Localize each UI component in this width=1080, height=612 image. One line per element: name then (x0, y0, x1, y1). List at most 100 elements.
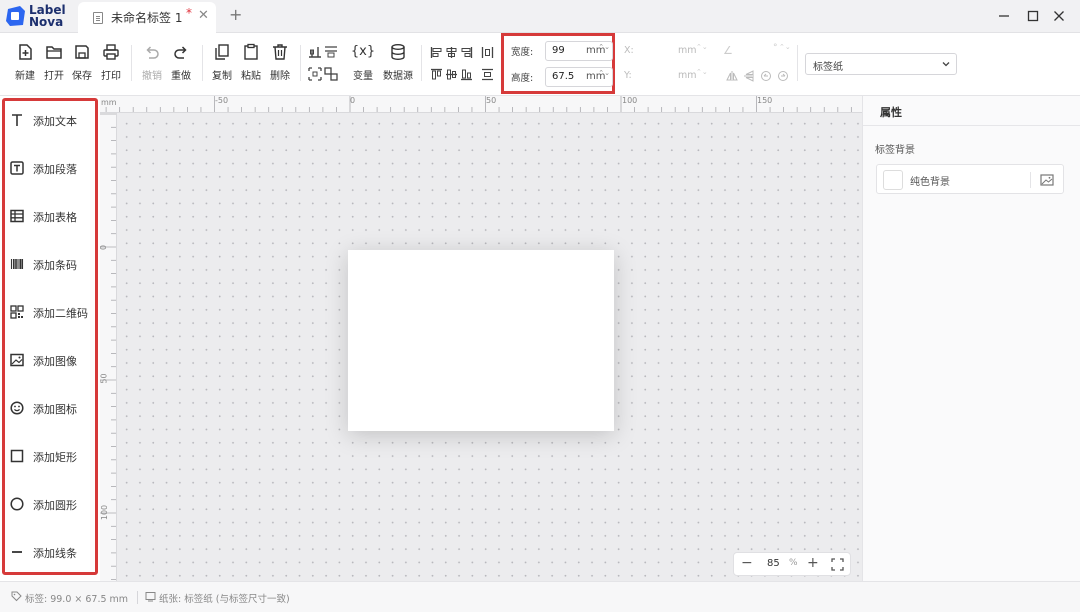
print-button[interactable]: 打印 (98, 43, 124, 82)
new-tab-button[interactable]: + (229, 5, 242, 24)
align-bottom-icon[interactable] (460, 68, 473, 81)
sidebar-item-add-line[interactable]: 添加线条 (8, 537, 94, 567)
sidebar-item-label: 添加矩形 (33, 451, 77, 464)
image-background-icon[interactable] (1040, 173, 1054, 187)
align-top-icon[interactable] (430, 68, 443, 81)
paste-button[interactable]: 粘贴 (238, 43, 264, 82)
align-left-icon[interactable] (430, 46, 443, 59)
document-tab[interactable]: 未命名标签 1 * ✕ (78, 2, 216, 33)
close-window-icon[interactable] (1051, 8, 1067, 24)
redo-button[interactable]: 重做 (168, 43, 194, 82)
maximize-icon[interactable] (1025, 8, 1041, 24)
sidebar-item-add-circle[interactable]: 添加圆形 (8, 489, 94, 519)
sidebar-item-label: 添加条码 (33, 259, 77, 272)
divider (1030, 172, 1031, 188)
properties-panel: 属性 标签背景 纯色背景 (862, 96, 1080, 581)
app-logo: Label Nova (5, 3, 71, 29)
width-input[interactable]: 99 mm ⌃⌄ (545, 41, 613, 61)
zoom-percent: % (789, 558, 798, 568)
zoom-in-button[interactable]: + (807, 555, 819, 571)
database-icon (391, 44, 405, 60)
align-right-icon[interactable] (460, 46, 473, 59)
toolbar-divider (202, 45, 203, 81)
sidebar-item-label: 添加文本 (33, 115, 77, 128)
label-background-heading: 标签背景 (875, 145, 915, 156)
properties-title: 属性 (880, 106, 902, 119)
vertical-ruler: 0 50 100 (100, 113, 117, 581)
copy-label: 复制 (212, 71, 232, 82)
sidebar-item-add-text[interactable]: 添加文本 (8, 105, 94, 135)
rotate-left-icon[interactable] (760, 70, 772, 82)
angle-stepper[interactable]: ⌃⌄ (779, 43, 791, 51)
copy-icon (215, 44, 229, 60)
sidebar-item-add-barcode[interactable]: 添加条码 (8, 249, 94, 279)
ruler-label: 100 (622, 96, 638, 105)
redo-icon (174, 46, 187, 59)
rotation-field[interactable]: ∠ ° ⌃⌄ (720, 42, 791, 62)
height-input[interactable]: 67.5 mm ⌃⌄ (545, 67, 613, 87)
group-icon[interactable] (308, 67, 322, 81)
align-center-h-icon[interactable] (445, 46, 458, 59)
y-stepper[interactable]: ⌃⌄ (696, 68, 708, 76)
distribute-vertical-icon[interactable] (481, 68, 494, 81)
print-label: 打印 (101, 71, 121, 82)
sidebar-item-label: 添加线条 (33, 547, 77, 560)
align-objects-icon[interactable] (308, 45, 322, 59)
background-selector[interactable]: 纯色背景 (876, 164, 1064, 194)
label-size-panel: 宽度: 99 mm ⌃⌄ 高度: 67.5 mm ⌃⌄ (501, 33, 615, 94)
barcode-icon (10, 259, 24, 269)
zoom-value[interactable]: 85 (767, 558, 780, 569)
align-middle-v-icon[interactable] (445, 68, 458, 81)
sidebar-item-add-icon[interactable]: 添加图标 (8, 393, 94, 423)
toolbar-divider (797, 45, 798, 81)
zoom-out-button[interactable]: − (741, 555, 753, 571)
toolbar-divider (300, 45, 301, 81)
save-button[interactable]: 保存 (69, 43, 95, 82)
new-button[interactable]: 新建 (12, 43, 38, 82)
fit-screen-icon[interactable] (831, 558, 844, 571)
printer-icon (103, 44, 119, 60)
sidebar-item-add-rectangle[interactable]: 添加矩形 (8, 441, 94, 471)
delete-button[interactable]: 删除 (267, 43, 293, 82)
ruler-label: -50 (215, 96, 229, 105)
divider (137, 591, 138, 604)
height-stepper[interactable]: ⌃⌄ (598, 69, 610, 77)
paper-type-select[interactable]: 标签纸 (805, 53, 957, 75)
sidebar-item-add-qrcode[interactable]: 添加二维码 (8, 297, 94, 327)
minimize-icon[interactable] (996, 8, 1012, 24)
distribute-horizontal-icon[interactable] (481, 46, 494, 59)
x-unit: mm (678, 45, 697, 56)
flip-horizontal-icon[interactable] (726, 70, 738, 82)
sidebar-item-add-table[interactable]: 添加表格 (8, 201, 94, 231)
sidebar-item-add-image[interactable]: 添加图像 (8, 345, 94, 375)
ungroup-icon[interactable] (324, 67, 338, 81)
label-paper[interactable] (348, 250, 614, 431)
tab-title: 未命名标签 1 (111, 11, 183, 25)
variable-label: 变量 (353, 71, 373, 82)
open-label: 打开 (44, 71, 64, 82)
datasource-button[interactable]: 数据源 (381, 43, 415, 82)
design-canvas[interactable] (117, 113, 862, 581)
save-label: 保存 (72, 71, 92, 82)
color-swatch[interactable] (883, 170, 903, 190)
datasource-label: 数据源 (383, 71, 413, 82)
x-stepper[interactable]: ⌃⌄ (696, 43, 708, 51)
y-position-field[interactable]: Y: mm ⌃⌄ (620, 67, 708, 87)
x-position-field[interactable]: X: mm ⌃⌄ (620, 42, 708, 62)
sidebar-item-add-paragraph[interactable]: 添加段落 (8, 153, 94, 183)
flip-vertical-icon[interactable] (743, 70, 755, 82)
width-stepper[interactable]: ⌃⌄ (598, 43, 610, 51)
ruler-label: 0 (100, 245, 108, 250)
ruler-label: 50 (100, 373, 109, 384)
rotate-right-icon[interactable] (777, 70, 789, 82)
tag-icon (11, 591, 22, 602)
variable-button[interactable]: {x} 变量 (348, 43, 378, 82)
tab-close-button[interactable]: ✕ (198, 8, 209, 23)
distribute-objects-icon[interactable] (324, 45, 338, 59)
undo-button[interactable]: 撤销 (139, 43, 165, 82)
new-file-icon (19, 44, 32, 60)
open-button[interactable]: 打开 (41, 43, 67, 82)
folder-icon (46, 46, 62, 59)
height-label: 高度: (511, 73, 534, 84)
copy-button[interactable]: 复制 (209, 43, 235, 82)
